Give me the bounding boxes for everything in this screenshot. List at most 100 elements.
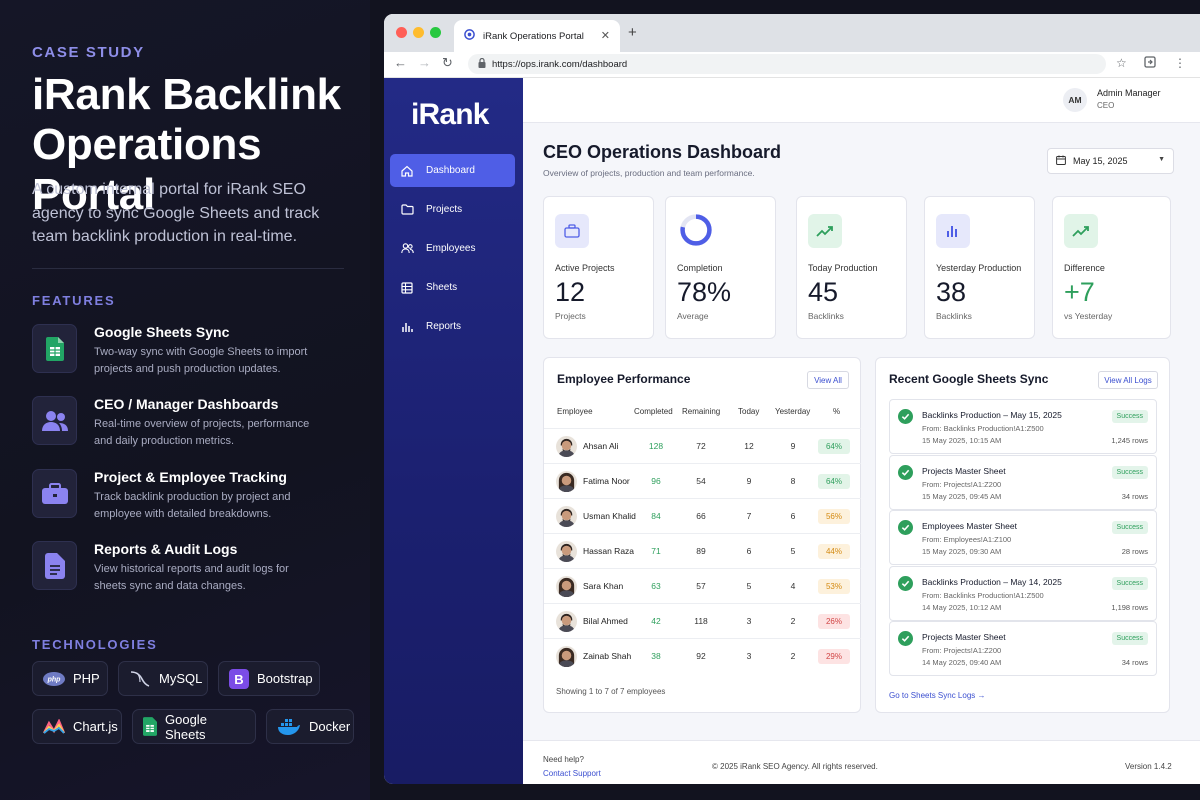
users-icon [400,242,414,256]
column-header: % [833,407,841,416]
sync-log-rows: 1,245 rows [1111,436,1148,445]
table-row[interactable]: Zainab Shah 38 92 3 2 29% [544,638,861,673]
page-subtitle: Overview of projects, production and tea… [543,168,755,178]
minimize-window-button[interactable] [413,27,424,38]
date-picker[interactable]: May 15, 2025 ▼ [1047,148,1174,174]
sync-log-time: 15 May 2025, 10:15 AM [922,436,1002,445]
close-tab-icon[interactable]: ✕ [601,29,610,42]
table-row[interactable]: Usman Khalid 84 66 7 6 56% [544,498,861,533]
hero-title-line1: iRank Backlink [32,70,341,119]
sync-log-title: Employees Master Sheet [922,521,1017,531]
today-cell: 3 [746,616,752,626]
percent-badge: 29% [818,649,850,664]
feature-title: Google Sheets Sync [94,324,230,340]
trend-up-icon [808,214,842,248]
sync-log-rows: 34 rows [1121,658,1148,667]
new-tab-button[interactable]: + [628,24,637,41]
sidebar-item-dashboard[interactable]: Dashboard [390,154,515,187]
yesterday-cell: 6 [790,511,796,521]
app-logo[interactable]: iRank [411,98,490,132]
completed-cell: 84 [651,511,661,521]
tech-label: Chart.js [73,719,118,734]
tech-label: Google Sheets [165,711,207,742]
table-row[interactable]: Ahsan Ali 128 72 12 9 64% [544,428,861,463]
table-row[interactable]: Sara Khan 63 57 5 4 53% [544,568,861,603]
sync-log-time: 14 May 2025, 10:12 AM [922,602,1002,612]
table-row[interactable]: Hassan Raza 71 89 6 5 44% [544,533,861,568]
table-footer: Showing 1 to 7 of 7 employees [556,687,666,696]
feature-item: Reports & Audit Logs View historical rep… [32,541,352,592]
sidebar-item-projects[interactable]: Projects [390,193,515,226]
sync-log-rows: 34 rows [1121,491,1148,501]
browser-tab-bar: iRank Operations Portal ✕ + [384,14,1200,52]
page-footer: Need help? Contact Support © 2025 iRank … [523,740,1200,784]
back-icon[interactable]: ← [394,55,407,70]
employee-avatar [556,471,577,492]
check-circle-icon [898,409,913,424]
tech-label: Docker [309,719,351,734]
browser-menu-icon[interactable]: ⋮ [1174,56,1186,70]
contact-support-link[interactable]: Contact Support [543,769,601,778]
sync-log-item[interactable]: Backlinks Production – May 14, 2025 From:… [889,565,1157,621]
yesterday-cell: 2 [790,616,796,626]
employee-avatar [556,541,577,562]
table-row[interactable]: Bilal Ahmed 42 118 3 2 26% [544,603,861,638]
feature-desc: Real-time overview of projects, performa… [94,418,310,447]
remaining-cell: 72 [696,441,706,451]
status-badge: Success [1111,465,1148,479]
completed-cell: 128 [648,441,664,451]
sidebar-item-employees[interactable]: Employees [390,232,515,265]
sheets-sync-logs-link[interactable]: Go to Sheets Sync Logs → [889,691,986,700]
extensions-icon[interactable] [1144,56,1156,71]
address-bar[interactable]: https://ops.irank.com/dashboard [468,54,1106,74]
stat-card-yesterday-production: Yesterday Production 38 Backlinks [924,196,1035,339]
employee-name: Sara Khan [583,581,624,591]
sidebar-item-sheets[interactable]: Sheets [390,271,515,304]
sync-log-rows: 28 rows [1121,547,1148,556]
stat-sub: Projects [555,311,586,321]
stat-card-completion: Completion 78% Average [665,196,776,339]
percent-badge: 56% [818,509,850,524]
sidebar-item-label: Projects [426,204,463,215]
sync-log-item[interactable]: Employees Master Sheet From: Employees!A1… [889,510,1157,565]
sync-log-item[interactable]: Projects Master Sheet From: Projects!A1:Z… [889,454,1157,510]
user-name[interactable]: Admin Manager [1097,88,1161,98]
bootstrap-logo-text: B [234,672,243,687]
bar-chart-icon [400,320,414,334]
avatar[interactable]: AM [1063,88,1087,112]
case-study-panel: CASE STUDY iRank Backlink Operations Por… [0,0,370,800]
bootstrap-icon: B [229,668,249,689]
divider [32,268,344,269]
view-all-button[interactable]: View All [807,371,849,389]
view-all-logs-button[interactable]: View All Logs [1098,371,1158,389]
tech-badge-google-sheets: Google Sheets [132,709,256,744]
sync-log-item[interactable]: Backlinks Production – May 15, 2025 From:… [889,399,1157,454]
tech-badge-php: php PHP [32,661,108,696]
page-title: CEO Operations Dashboard [543,142,782,162]
percent-badge: 26% [818,614,850,629]
yesterday-cell: 8 [790,476,796,486]
sidebar-item-reports[interactable]: Reports [390,310,515,343]
sidebar: iRank Dashboard Projects Employees Sheet… [384,78,523,784]
maximize-window-button[interactable] [430,27,441,38]
percent-badge: 64% [818,474,850,489]
close-window-button[interactable] [396,27,407,38]
yesterday-cell: 9 [790,441,796,451]
employee-name: Hassan Raza [583,546,635,556]
forward-icon[interactable]: → [418,55,431,70]
browser-tab[interactable]: iRank Operations Portal ✕ [454,20,620,52]
bookmark-star-icon[interactable]: ☆ [1116,56,1127,70]
column-header: Employee [557,407,593,416]
today-cell: 12 [744,441,754,451]
check-circle-icon [898,575,913,591]
tech-badge-docker: Docker [266,709,354,744]
sync-log-item[interactable]: Projects Master Sheet From: Projects!A1:Z… [889,621,1157,676]
table-row[interactable]: Fatima Noor 96 54 9 8 64% [544,463,861,498]
feature-item: Google Sheets Sync Two-way sync with Goo… [32,324,352,375]
sync-log-source: From: Backlinks Production!A1:Z500 [922,590,1044,600]
document-icon [32,541,77,590]
reload-icon[interactable]: ↻ [442,55,453,71]
status-badge: Success [1111,632,1148,645]
remaining-cell: 89 [696,546,706,556]
sync-log-title: Projects Master Sheet [922,632,1006,642]
